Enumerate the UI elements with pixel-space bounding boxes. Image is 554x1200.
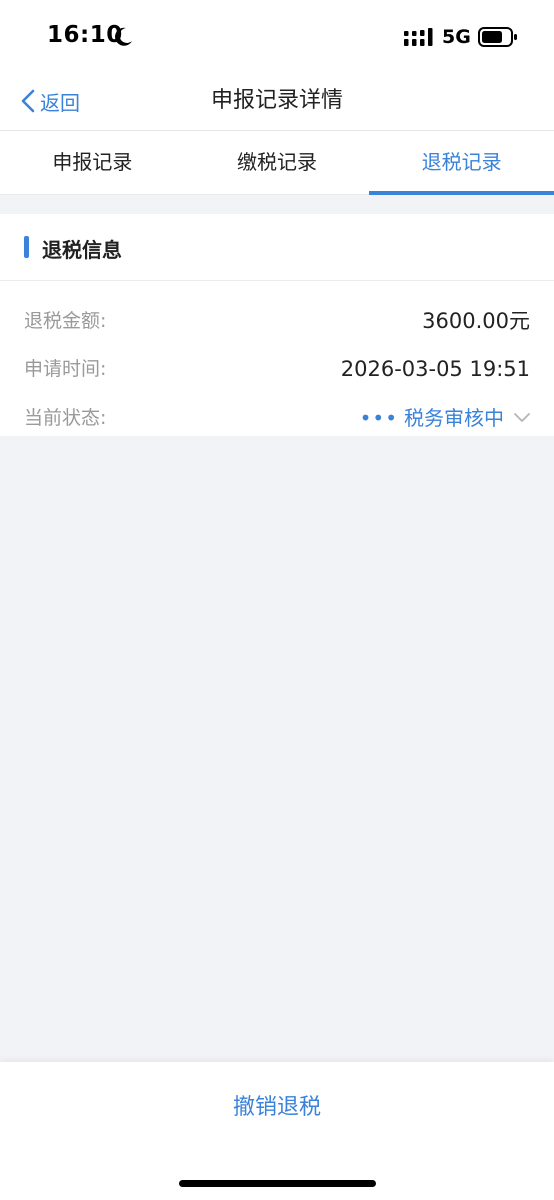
page-title: 申报记录详情 bbox=[210, 88, 343, 113]
refund-info-card: 退税信息 退税金额: 3600.00元 申请时间: 2026-03-05 19:… bbox=[0, 214, 554, 436]
tab-bar: 申报记录 缴税记录 退税记录 bbox=[0, 131, 554, 195]
refund-amount-row: 退税金额: 3600.00元 bbox=[24, 306, 530, 336]
apply-time-row: 申请时间: 2026-03-05 19:51 bbox=[24, 354, 530, 384]
tab-refund-records[interactable]: 退税记录 bbox=[369, 131, 554, 195]
more-dots-icon: ••• bbox=[359, 406, 398, 430]
chevron-down-icon bbox=[514, 413, 530, 422]
tab-payment-records[interactable]: 缴税记录 bbox=[185, 131, 370, 194]
refund-amount-label: 退税金额: bbox=[24, 310, 107, 332]
refund-amount-value: 3600.00元 bbox=[422, 309, 530, 333]
current-status-row: 当前状态: ••• 税务审核中 bbox=[24, 403, 530, 433]
section-header: 退税信息 bbox=[0, 214, 554, 281]
status-text: 税务审核中 bbox=[404, 406, 504, 430]
status-bar: 16:10 5G bbox=[0, 0, 554, 72]
status-dropdown[interactable]: ••• 税务审核中 bbox=[360, 403, 530, 433]
tab-declaration-records[interactable]: 申报记录 bbox=[0, 131, 185, 194]
signal-icon bbox=[404, 28, 433, 46]
apply-time-label: 申请时间: bbox=[24, 358, 107, 380]
current-status-label: 当前状态: bbox=[24, 407, 107, 429]
apply-time-value: 2026-03-05 19:51 bbox=[340, 357, 530, 381]
bottom-action-bar: 撤销退税 bbox=[0, 1062, 554, 1200]
network-type: 5G bbox=[442, 26, 471, 48]
home-indicator bbox=[179, 1180, 376, 1187]
cancel-refund-button[interactable]: 撤销退税 bbox=[0, 1088, 554, 1128]
section-title: 退税信息 bbox=[42, 238, 122, 262]
moon-icon bbox=[115, 27, 132, 46]
nav-bar: 返回 申报记录详情 bbox=[0, 72, 554, 131]
battery-icon bbox=[478, 27, 517, 47]
section-marker bbox=[24, 236, 29, 258]
